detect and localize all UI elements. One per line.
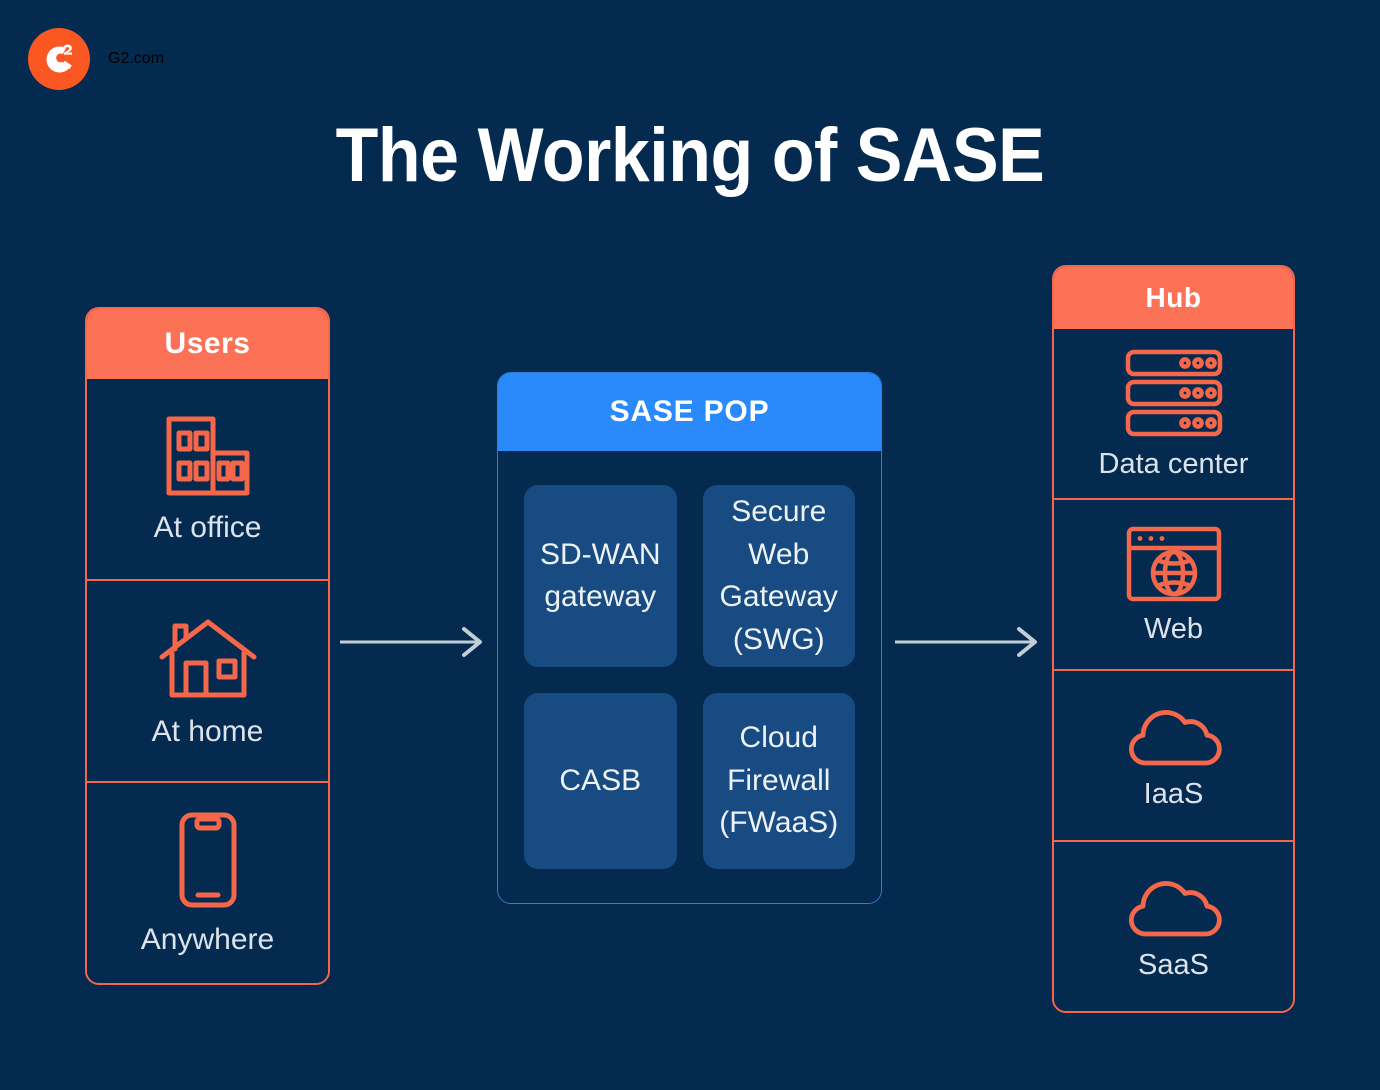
brand-logo-lockup: G2.com [28,28,164,90]
users-item-label: Anywhere [140,922,275,956]
server-rack-icon [1122,347,1226,439]
arrow-sase-pop-to-hub [895,622,1043,662]
users-item-at-home[interactable]: At home [87,581,328,783]
sase-tile-secure-web-gateway[interactable]: Secure Web Gateway (SWG) [702,485,855,668]
hub-column-card: Hub Data center Web IaaS SaaS [1052,265,1295,1013]
hub-item-web[interactable]: Web [1054,500,1293,671]
browser-globe-icon [1124,524,1224,604]
sase-tile-label: SD-WAN gateway [539,537,661,614]
users-item-at-office[interactable]: At office [87,379,328,581]
hub-item-label: Web [1143,612,1204,645]
hub-item-label: Data center [1098,447,1249,480]
sase-tile-label: Secure Web Gateway (SWG) [719,495,838,656]
sase-tile-label: CASB [559,763,642,797]
sase-tile-casb[interactable]: CASB [524,693,677,869]
cloud-icon [1121,701,1227,769]
hub-item-label: IaaS [1143,777,1204,810]
users-column-card: Users At office At home Anywhere [85,307,330,985]
users-item-label: At office [153,510,262,544]
hub-item-data-center[interactable]: Data center [1054,329,1293,500]
office-building-icon [160,415,256,497]
users-column-body: At office At home Anywhere [87,379,328,983]
brand-name: G2.com [108,50,165,67]
page-title: The Working of SASE [335,113,1045,198]
smartphone-icon [176,811,240,909]
hub-column-header: Hub [1054,267,1293,329]
sase-pop-card: SASE POP SD-WAN gateway Secure Web Gateway(… [497,372,882,904]
sase-pop-tile-grid: SD-WAN gateway Secure Web Gateway (SWG) CASB… [498,451,881,903]
arrow-users-to-sase-pop [340,622,488,662]
sase-tile-label: Cloud Firewall (FWaaS) [719,721,839,840]
sase-tile-sd-wan-gateway[interactable]: SD-WAN gateway [524,485,677,668]
cloud-icon [1121,872,1227,940]
g2-logo-icon [28,28,90,90]
hub-item-label: SaaS [1138,948,1209,981]
hub-column-body: Data center Web IaaS SaaS [1054,329,1293,1011]
users-column-header: Users [87,309,328,379]
hub-item-saas[interactable]: SaaS [1054,842,1293,1011]
hub-item-iaas[interactable]: IaaS [1054,671,1293,842]
sase-pop-header: SASE POP [498,373,881,451]
users-item-label: At home [151,714,264,748]
house-icon [158,615,258,701]
sase-tile-cloud-firewall[interactable]: Cloud Firewall (FWaaS) [702,693,855,869]
users-item-anywhere[interactable]: Anywhere [87,783,328,983]
